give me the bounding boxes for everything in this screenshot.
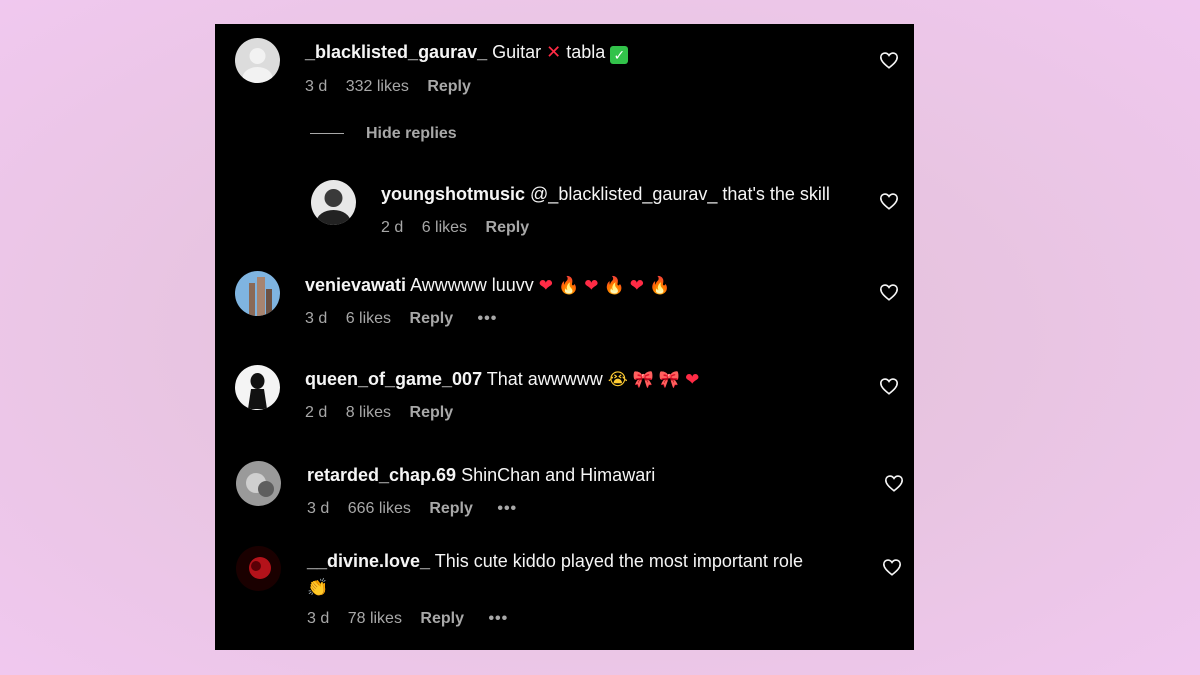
fire-emoji-icon: 🔥: [603, 276, 625, 296]
comment-text: This cute kiddo played the most importan…: [434, 551, 803, 571]
comment-meta: 3 d 78 likes Reply •••: [307, 608, 522, 630]
heart-emoji-icon: ❤: [629, 276, 644, 296]
fire-emoji-icon: 🔥: [558, 276, 580, 296]
more-options-icon[interactable]: •••: [478, 310, 498, 327]
comment-likes[interactable]: 666 likes: [348, 500, 411, 517]
user-photo-icon: [311, 180, 356, 225]
comments-panel: _blacklisted_gaurav_ Guitar ✕ tabla ✓ 3 …: [215, 24, 914, 650]
hide-replies-button[interactable]: Hide replies: [310, 125, 457, 143]
comment-line: venievawati Awwwww luuvv ❤ 🔥 ❤ 🔥 ❤ 🔥: [305, 273, 670, 298]
more-options-icon[interactable]: •••: [488, 610, 508, 627]
fire-emoji-icon: 🔥: [648, 276, 671, 296]
comment-meta: 2 d 6 likes Reply: [381, 217, 543, 239]
clapping-hands-emoji-icon: 👏: [307, 578, 329, 598]
reply-button[interactable]: Reply: [410, 310, 454, 327]
heart-outline-icon[interactable]: [882, 558, 902, 576]
user-photo-icon: [236, 546, 281, 591]
avatar[interactable]: [235, 365, 280, 410]
user-photo-icon: [236, 461, 281, 506]
comment-username[interactable]: __divine.love_: [307, 551, 430, 571]
comment-time: 3 d: [305, 310, 328, 327]
default-avatar-icon: [235, 38, 280, 83]
heart-emoji-icon: ❤: [538, 276, 554, 296]
comment-meta: 3 d 666 likes Reply •••: [307, 498, 531, 520]
comment-username[interactable]: youngshotmusic: [381, 184, 525, 204]
comment-likes[interactable]: 6 likes: [422, 219, 467, 236]
reply-button[interactable]: Reply: [429, 500, 473, 517]
comment-username[interactable]: queen_of_game_007: [305, 369, 482, 389]
comment-time: 3 d: [307, 610, 330, 627]
heart-outline-icon[interactable]: [884, 474, 904, 492]
user-photo-icon: [235, 365, 280, 410]
more-options-icon[interactable]: •••: [497, 500, 517, 517]
comment-time: 3 d: [305, 78, 328, 95]
comment-line: queen_of_game_007 That awwwww 😭 🎀 🎀 ❤: [305, 367, 699, 392]
user-photo-icon: [235, 271, 280, 316]
comment-time: 2 d: [305, 404, 328, 421]
comment-time: 2 d: [381, 219, 404, 236]
comment-line: retarded_chap.69 ShinChan and Himawari: [307, 463, 655, 487]
heart-outline-icon[interactable]: [879, 283, 899, 301]
comment-username[interactable]: _blacklisted_gaurav_: [305, 42, 487, 62]
comment-text: tabla: [566, 42, 606, 62]
comment-likes[interactable]: 78 likes: [348, 610, 402, 627]
reply-button[interactable]: Reply: [420, 610, 464, 627]
heart-emoji-icon: ❤: [685, 370, 700, 390]
comment-line: _blacklisted_gaurav_ Guitar ✕ tabla ✓: [305, 40, 629, 64]
comment-meta: 3 d 332 likes Reply: [305, 76, 485, 98]
comment-text: @_blacklisted_gaurav_ that's the skill: [530, 184, 830, 204]
avatar[interactable]: [311, 180, 356, 225]
comment-text: Awwwww luuvv: [410, 275, 534, 295]
avatar[interactable]: [235, 271, 280, 316]
comment-likes[interactable]: 6 likes: [346, 310, 391, 327]
comment-meta: 3 d 6 likes Reply •••: [305, 308, 511, 330]
crying-face-emoji-icon: 😭: [607, 370, 628, 390]
comment-text: That awwwww: [486, 369, 603, 389]
comment-text: Guitar: [492, 42, 542, 62]
heart-outline-icon[interactable]: [879, 377, 899, 395]
comment-text: ShinChan and Himawari: [461, 465, 656, 485]
comment-username[interactable]: venievawati: [305, 275, 406, 295]
heart-outline-icon[interactable]: [879, 51, 899, 69]
comment-likes[interactable]: 8 likes: [346, 404, 391, 421]
check-mark-icon: ✓: [610, 46, 629, 64]
heart-emoji-icon: ❤: [584, 276, 599, 296]
avatar[interactable]: [235, 38, 280, 83]
reply-button[interactable]: Reply: [486, 219, 530, 236]
reply-button[interactable]: Reply: [427, 78, 471, 95]
comment-line: youngshotmusic @_blacklisted_gaurav_ tha…: [381, 182, 830, 206]
reply-button[interactable]: Reply: [410, 404, 454, 421]
ribbon-emoji-icon: 🎀: [632, 370, 654, 390]
comment-time: 3 d: [307, 500, 330, 517]
comment-username[interactable]: retarded_chap.69: [307, 465, 456, 485]
cross-mark-icon: ✕: [546, 42, 562, 62]
hide-replies-label: Hide replies: [366, 125, 457, 142]
heart-outline-icon[interactable]: [879, 192, 899, 210]
ribbon-emoji-icon: 🎀: [658, 370, 681, 390]
comment-line: __divine.love_ This cute kiddo played th…: [307, 548, 803, 601]
comment-meta: 2 d 8 likes Reply: [305, 402, 467, 424]
comment-likes[interactable]: 332 likes: [346, 78, 409, 95]
avatar[interactable]: [236, 546, 281, 591]
divider: [310, 133, 344, 135]
avatar[interactable]: [236, 461, 281, 506]
